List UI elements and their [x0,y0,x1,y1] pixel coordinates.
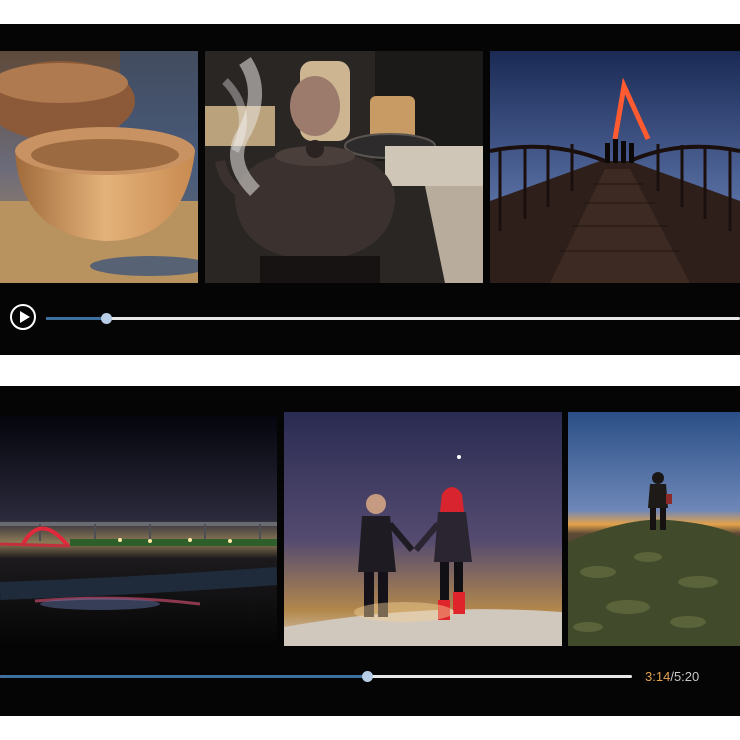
progress-fill-top [46,317,106,320]
time-display: 3:14/5:20 [645,669,699,684]
scrubber-knob-bottom[interactable] [361,671,373,682]
thumbnail-night-harbor-bridge [0,416,277,646]
thumbnail-clay-bowls [0,51,198,283]
current-time: 3:14 [645,669,671,684]
video-player-bottom: 3:14/5:20 [0,386,740,716]
thumbnail-bridge-silhouettes [490,51,740,283]
scrubber-knob-top[interactable] [100,313,112,324]
progress-track-bottom[interactable] [0,671,632,682]
progress-fill-bottom [0,675,367,678]
thumbnail-iron-teapot [205,51,483,283]
play-icon [20,311,30,323]
progress-track-top[interactable] [46,313,740,324]
thumbnail-man-on-rocks-dusk [568,412,740,646]
video-player-top [0,24,740,355]
total-time: 5:20 [673,669,700,684]
play-button[interactable] [10,304,36,330]
thumbnail-couple-holding-hands [284,412,562,646]
